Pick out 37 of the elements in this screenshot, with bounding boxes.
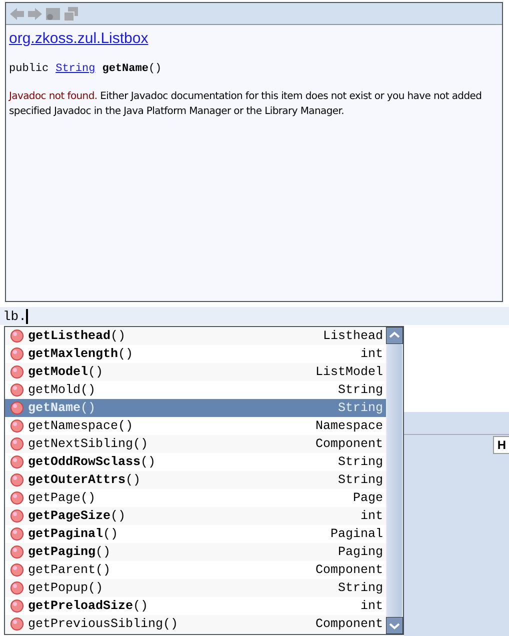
method-icon	[10, 329, 24, 343]
completion-item[interactable]: getPaging() Paging	[5, 543, 386, 561]
method-icon	[10, 347, 24, 361]
method-icon	[10, 617, 24, 631]
method-icon	[10, 563, 24, 577]
method-icon	[10, 455, 24, 469]
text-cursor	[26, 308, 28, 324]
scrollbar[interactable]	[386, 327, 403, 634]
scroll-up-icon[interactable]	[386, 327, 403, 344]
panel-tab[interactable]: H	[493, 436, 509, 454]
completion-item[interactable]: getPageSize() int	[5, 507, 386, 525]
completion-item[interactable]: getPopup() String	[5, 579, 386, 597]
completion-item[interactable]: getNextSibling() Component	[5, 435, 386, 453]
method-icon	[10, 491, 24, 505]
method-icon	[10, 419, 24, 433]
class-link[interactable]: org.zkoss.zul.Listbox	[9, 30, 148, 47]
method-icon	[10, 401, 24, 415]
method-icon	[10, 527, 24, 541]
method-icon	[10, 365, 24, 379]
method-icon	[10, 581, 24, 595]
modifier-text: public	[9, 63, 49, 75]
method-icon	[10, 509, 24, 523]
method-icon	[10, 599, 24, 613]
scrollbar-thumb[interactable]	[387, 344, 402, 617]
completion-item[interactable]: getListhead() Listhead	[5, 327, 386, 345]
javadoc-message: Javadoc not found. Either Javadoc documentation for this item does not exist or you have not added specified Javadoc in the Java Platform Manager or the Library Manager.	[9, 90, 483, 119]
completion-item[interactable]: getOuterAttrs() String	[5, 471, 386, 489]
method-icon	[10, 545, 24, 559]
code-line: lb.	[3, 308, 26, 324]
method-icon	[10, 437, 24, 451]
method-icon	[10, 473, 24, 487]
scroll-down-icon[interactable]	[386, 617, 403, 634]
completion-item[interactable]: getPreviousSibling() Component	[5, 615, 386, 633]
completion-item[interactable]: getModel() ListModel	[5, 363, 386, 381]
method-signature: getName()	[102, 63, 162, 75]
type-link[interactable]: String	[56, 63, 96, 75]
method-icon	[10, 383, 24, 397]
